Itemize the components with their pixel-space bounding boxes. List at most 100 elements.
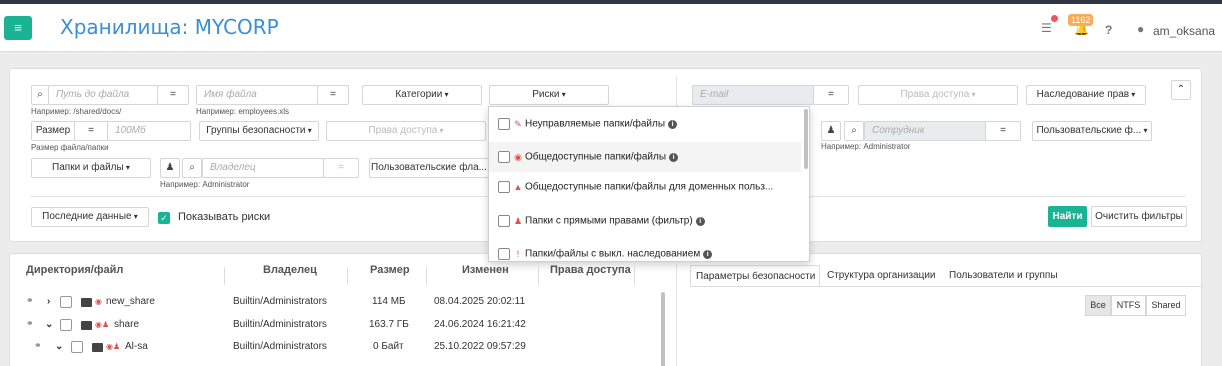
- tab-security[interactable]: Параметры безопасности: [690, 265, 820, 287]
- email-input[interactable]: E-mail: [692, 85, 814, 105]
- col-separator: [224, 267, 225, 285]
- exclamation-icon: !: [516, 249, 520, 259]
- files-folders-dropdown[interactable]: Папки и файлы: [31, 158, 151, 178]
- row-modified: 24.06.2024 16:21:42: [434, 319, 526, 330]
- security-groups-dropdown[interactable]: Группы безопасности: [199, 121, 319, 141]
- row-name[interactable]: Al-sa: [125, 341, 148, 352]
- risk-item-public[interactable]: ◉ Общедоступные папки/файлы i: [489, 142, 801, 172]
- info-icon[interactable]: i: [695, 216, 705, 226]
- row-checkbox[interactable]: [60, 296, 72, 308]
- person-icon-owner: ♟: [160, 158, 180, 178]
- col-header-modified[interactable]: Изменен: [462, 264, 509, 276]
- risk-checkbox[interactable]: [498, 118, 510, 130]
- risk-checkbox[interactable]: [498, 181, 510, 193]
- tab-users-groups[interactable]: Пользователи и группы: [944, 265, 1064, 287]
- tree-node-icon: ⚭: [26, 318, 34, 328]
- expand-toggle[interactable]: ›: [47, 296, 50, 307]
- tab-org-structure[interactable]: Структура организации: [822, 265, 942, 287]
- col-header-owner[interactable]: Владелец: [263, 264, 317, 276]
- chevron-up-icon: ⌃: [1176, 84, 1186, 95]
- size-operator[interactable]: =: [74, 121, 108, 141]
- table-row[interactable]: ⚭ ⌄ ◉♟ Al-sa Builtin/Administrators 0 Ба…: [10, 337, 670, 359]
- show-risks-checkbox[interactable]: ✓: [158, 212, 170, 224]
- filename-input[interactable]: Имя файла: [196, 85, 318, 105]
- segment-ntfs[interactable]: NTFS: [1111, 295, 1146, 316]
- tasks-icon[interactable]: ☰: [1041, 21, 1052, 35]
- categories-dropdown[interactable]: Категории: [362, 85, 482, 105]
- table-row[interactable]: ⚭ › ◉ new_share Builtin/Administrators 1…: [10, 292, 670, 314]
- risk-label: Папки/файлы с выкл. наследованием: [525, 248, 701, 260]
- panel-split: [676, 264, 677, 366]
- recent-data-dropdown[interactable]: Последние данные: [31, 207, 149, 227]
- access-rights-dropdown-2[interactable]: Права доступа: [326, 121, 486, 141]
- username[interactable]: am_oksana: [1153, 24, 1215, 38]
- search-icon-owner: ⌕: [182, 158, 202, 178]
- risks-dropdown[interactable]: Риски: [489, 85, 609, 105]
- row-name[interactable]: new_share: [106, 296, 155, 307]
- collapse-button[interactable]: ⌃: [1171, 80, 1191, 100]
- risk-item-public-domain[interactable]: ▲ Общедоступные папки/файлы для доменных …: [489, 172, 801, 202]
- show-risks-label: Показывать риски: [178, 211, 271, 223]
- tree-node-icon: ⚭: [26, 295, 34, 305]
- access-rights-dropdown[interactable]: Права доступа: [858, 85, 1018, 105]
- risk-label: Общедоступные папки/файлы: [525, 151, 667, 163]
- segment-all[interactable]: Все: [1085, 295, 1111, 316]
- user-fields-dropdown-right[interactable]: Пользовательские ф...: [1032, 121, 1152, 141]
- risk-item-direct-rights[interactable]: ♟ Папки с прямыми правами (фильтр) i: [489, 206, 801, 236]
- employee-input[interactable]: Сотрудник: [864, 121, 986, 141]
- row-size: 114 МБ: [372, 296, 406, 307]
- table-row[interactable]: ⚭ ⌄ ◉♟ share Builtin/Administrators 163.…: [10, 315, 670, 337]
- risk-label: Общедоступные папки/файлы для доменных п…: [525, 181, 774, 193]
- filename-hint: Например: employees.xls: [196, 107, 290, 116]
- page-title: Хранилища: MYCORP: [60, 15, 279, 39]
- owner-input[interactable]: Владелец: [202, 158, 324, 178]
- segment-shared[interactable]: Shared: [1146, 295, 1186, 316]
- hamburger-menu-button[interactable]: ≡: [4, 16, 32, 40]
- row-checkbox[interactable]: [60, 319, 72, 331]
- help-icon[interactable]: ?: [1105, 23, 1112, 37]
- risk-checkbox[interactable]: [498, 151, 510, 163]
- eye-icon: ◉: [514, 152, 522, 162]
- expand-toggle[interactable]: ⌄: [55, 341, 63, 352]
- col-header-path[interactable]: Директория/файл: [26, 264, 123, 276]
- unmanaged-icon: ✎: [514, 119, 522, 129]
- row-checkbox[interactable]: [71, 341, 83, 353]
- path-input[interactable]: Путь до файла: [48, 85, 158, 105]
- expand-toggle[interactable]: ⌄: [45, 319, 53, 330]
- row-owner: Builtin/Administrators: [233, 296, 327, 307]
- folder-icon: [92, 343, 103, 352]
- eye-icon: ◉♟: [106, 342, 121, 351]
- col-header-size[interactable]: Размер: [370, 264, 410, 276]
- employee-operator[interactable]: =: [985, 121, 1021, 141]
- dropdown-scrollbar[interactable]: [804, 109, 808, 169]
- path-operator[interactable]: =: [157, 85, 189, 105]
- row-size: 0 Байт: [373, 341, 404, 352]
- app-header: ≡ Хранилища: MYCORP ☰ 🔔 1162 ? ● am_oksa…: [0, 4, 1222, 52]
- info-icon[interactable]: i: [703, 249, 713, 259]
- size-input[interactable]: 100Мб: [107, 121, 191, 141]
- info-icon[interactable]: i: [668, 119, 678, 129]
- info-icon[interactable]: i: [669, 152, 679, 162]
- row-name[interactable]: share: [114, 319, 139, 330]
- clear-filters-button[interactable]: Очистить фильтры: [1091, 206, 1187, 227]
- find-button[interactable]: Найти: [1048, 206, 1087, 227]
- inheritance-dropdown[interactable]: Наследование прав: [1026, 85, 1146, 105]
- filename-operator[interactable]: =: [317, 85, 349, 105]
- col-separator: [347, 267, 348, 285]
- path-hint: Например: /shared/docs/: [31, 107, 122, 116]
- eye-icon: ◉♟: [95, 320, 110, 329]
- eye-icon: ◉: [95, 297, 102, 306]
- user-fields-dropdown-left[interactable]: Пользовательские фла...: [369, 158, 489, 178]
- risk-checkbox[interactable]: [498, 215, 510, 227]
- email-operator[interactable]: =: [813, 85, 849, 105]
- unlock-icon: ▲: [513, 182, 523, 192]
- user-icon: ♟: [513, 216, 523, 226]
- owner-operator[interactable]: =: [323, 158, 359, 178]
- owner-hint: Например: Administrator: [160, 180, 250, 189]
- risk-checkbox[interactable]: [498, 248, 510, 260]
- col-header-access[interactable]: Права доступа: [550, 264, 631, 276]
- risk-item-no-inheritance[interactable]: ! Папки/файлы с выкл. наследованием i: [489, 239, 801, 261]
- table-scrollbar[interactable]: [661, 292, 665, 366]
- risk-item-unmanaged[interactable]: ✎ Неуправляемые папки/файлы i: [489, 109, 801, 139]
- row-owner: Builtin/Administrators: [233, 319, 327, 330]
